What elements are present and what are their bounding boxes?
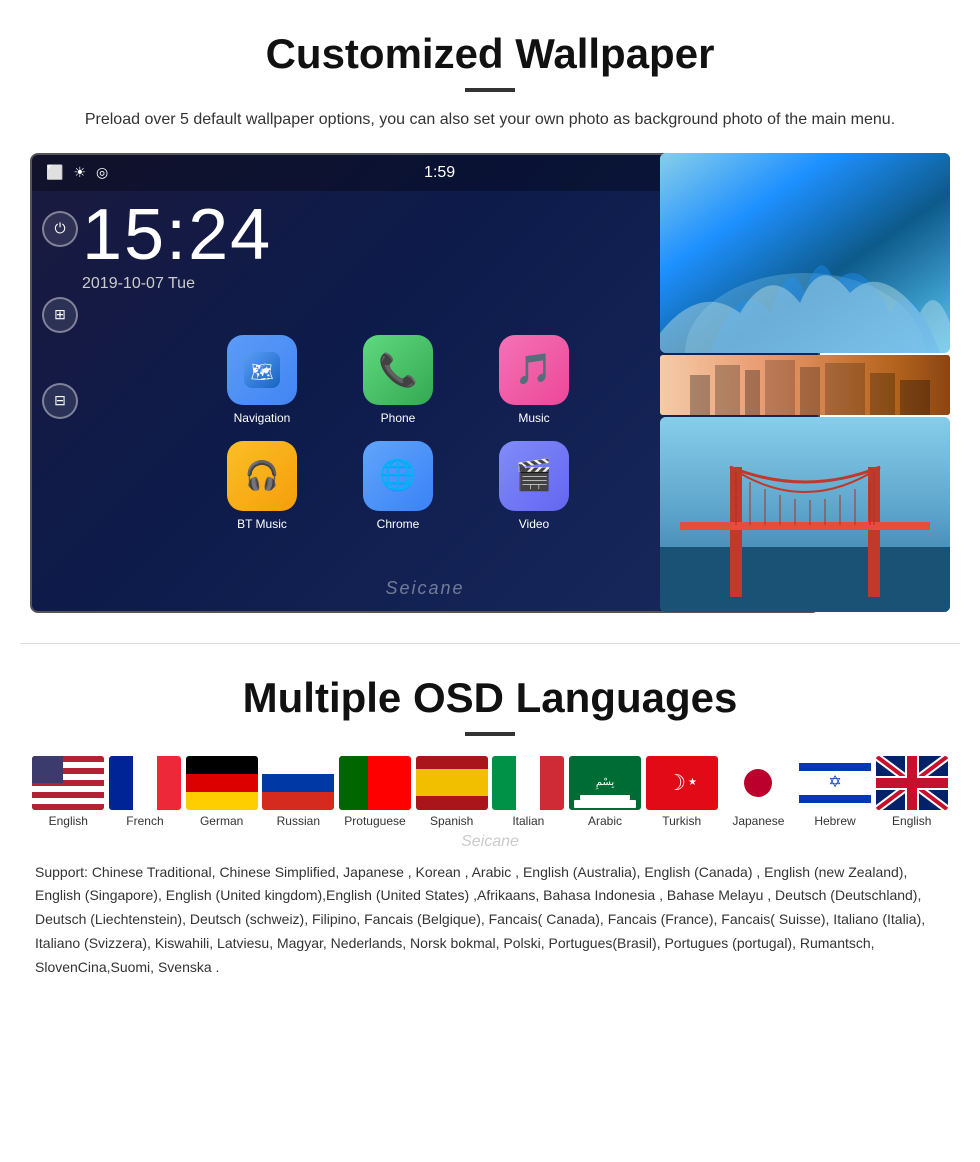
- flag-label-spanish: Spanish: [430, 814, 473, 828]
- wallpaper-ice-cave[interactable]: [660, 153, 950, 353]
- flag-item-arabic[interactable]: بِسْمِ Arabic: [567, 756, 644, 828]
- flag-item-italian[interactable]: Italian: [490, 756, 567, 828]
- video-icon: 🎬: [499, 441, 569, 511]
- flag-item-spanish[interactable]: Spanish: [413, 756, 490, 828]
- grid-button[interactable]: ⊞: [42, 297, 78, 333]
- flag-label-arabic: Arabic: [588, 814, 622, 828]
- flag-usa: [32, 756, 104, 810]
- flag-portugal: [339, 756, 411, 810]
- flag-saudi: بِسْمِ: [569, 756, 641, 810]
- flag-label-turkish: Turkish: [662, 814, 701, 828]
- flag-label-english: English: [49, 814, 88, 828]
- flag-item-portuguese[interactable]: Protuguese: [337, 756, 414, 828]
- flag-item-japanese[interactable]: Japanese: [720, 756, 797, 828]
- flag-item-russian[interactable]: Russian: [260, 756, 337, 828]
- flag-italy: [492, 756, 564, 810]
- section2-watermark: Seicane: [30, 833, 950, 851]
- svg-text:بِسْمِ: بِسْمِ: [595, 777, 614, 790]
- wallpaper-demo: ⬜ ☀ ◎ 1:59 ▭ ↩ ⏻ ⊞ ⊟: [30, 153, 950, 613]
- bt-icon: 🎧: [227, 441, 297, 511]
- phone-label: Phone: [381, 411, 416, 425]
- flag-uk: [876, 756, 948, 810]
- flag-label-russian: Russian: [277, 814, 320, 828]
- status-time: 1:59: [424, 164, 455, 182]
- flag-item-turkish[interactable]: ☽ ★ Turkish: [643, 756, 720, 828]
- flag-label-portuguese: Protuguese: [344, 814, 405, 828]
- video-label: Video: [519, 517, 549, 531]
- section1-subtitle: Preload over 5 default wallpaper options…: [20, 107, 960, 133]
- flag-japan: [722, 756, 794, 810]
- ice-cave-image: [660, 153, 950, 353]
- flag-turkey: ☽ ★: [646, 756, 718, 810]
- flag-item-english-usa[interactable]: English: [30, 756, 107, 828]
- flag-germany: [186, 756, 258, 810]
- flag-item-english-uk[interactable]: English: [873, 756, 950, 828]
- flag-label-hebrew: Hebrew: [814, 814, 855, 828]
- languages-section: Multiple OSD Languages English: [20, 674, 960, 980]
- app-phone[interactable]: 📞 Phone: [338, 335, 458, 425]
- nav-icon: 🗺: [227, 335, 297, 405]
- title-divider-1: [465, 88, 515, 92]
- flags-row: English French: [30, 756, 950, 828]
- flag-russia: [262, 756, 334, 810]
- music-label: Music: [518, 411, 549, 425]
- flag-label-french: French: [126, 814, 163, 828]
- status-left: ⬜ ☀ ◎: [46, 164, 108, 181]
- app-video[interactable]: 🎬 Video: [474, 441, 594, 531]
- flag-label-italian: Italian: [512, 814, 544, 828]
- gps-icon: ◎: [96, 164, 108, 181]
- clock-area: 15:24 2019-10-07 Tue: [82, 199, 667, 293]
- support-text: Support: Chinese Traditional, Chinese Si…: [30, 861, 950, 980]
- app-music[interactable]: 🎵 Music: [474, 335, 594, 425]
- big-clock: 15:24: [82, 199, 667, 271]
- bt-label: BT Music: [237, 517, 287, 531]
- title-divider-2: [465, 732, 515, 736]
- flag-label-german: German: [200, 814, 243, 828]
- flag-spain: [416, 756, 488, 810]
- section-divider: [20, 643, 960, 644]
- flag-item-hebrew[interactable]: ✡ Hebrew: [797, 756, 874, 828]
- wallpaper-bridge[interactable]: [660, 417, 950, 612]
- flag-item-french[interactable]: French: [107, 756, 184, 828]
- flag-label-japanese: Japanese: [732, 814, 784, 828]
- home-icon: ⬜: [46, 164, 63, 181]
- left-controls: ⏻ ⊞ ⊟: [32, 191, 82, 611]
- music-app-icon: 🎵: [499, 335, 569, 405]
- section1-title: Customized Wallpaper: [20, 30, 960, 78]
- wallpaper-thumbnails: [660, 153, 950, 613]
- svg-text:🗺: 🗺: [251, 362, 274, 382]
- app-bt-music[interactable]: 🎧 BT Music: [202, 441, 322, 531]
- app-chrome[interactable]: 🌐 Chrome: [338, 441, 458, 531]
- equalizer-button[interactable]: ⊟: [42, 383, 78, 419]
- app-navigation[interactable]: 🗺 Navigation: [202, 335, 322, 425]
- screen-watermark: Seicane: [385, 578, 464, 599]
- wallpaper-building[interactable]: [660, 355, 950, 415]
- section2-title: Multiple OSD Languages: [30, 674, 950, 722]
- brightness-icon: ☀: [73, 164, 86, 181]
- date-line: 2019-10-07 Tue: [82, 275, 667, 293]
- chrome-icon: 🌐: [363, 441, 433, 511]
- power-button[interactable]: ⏻: [42, 211, 78, 247]
- page-wrapper: Customized Wallpaper Preload over 5 defa…: [0, 0, 980, 1000]
- nav-label: Navigation: [234, 411, 291, 425]
- flag-israel: ✡: [799, 756, 871, 810]
- chrome-label: Chrome: [377, 517, 420, 531]
- flag-france: [109, 756, 181, 810]
- flag-label-english-uk: English: [892, 814, 931, 828]
- phone-icon: 📞: [363, 335, 433, 405]
- flag-item-german[interactable]: German: [183, 756, 260, 828]
